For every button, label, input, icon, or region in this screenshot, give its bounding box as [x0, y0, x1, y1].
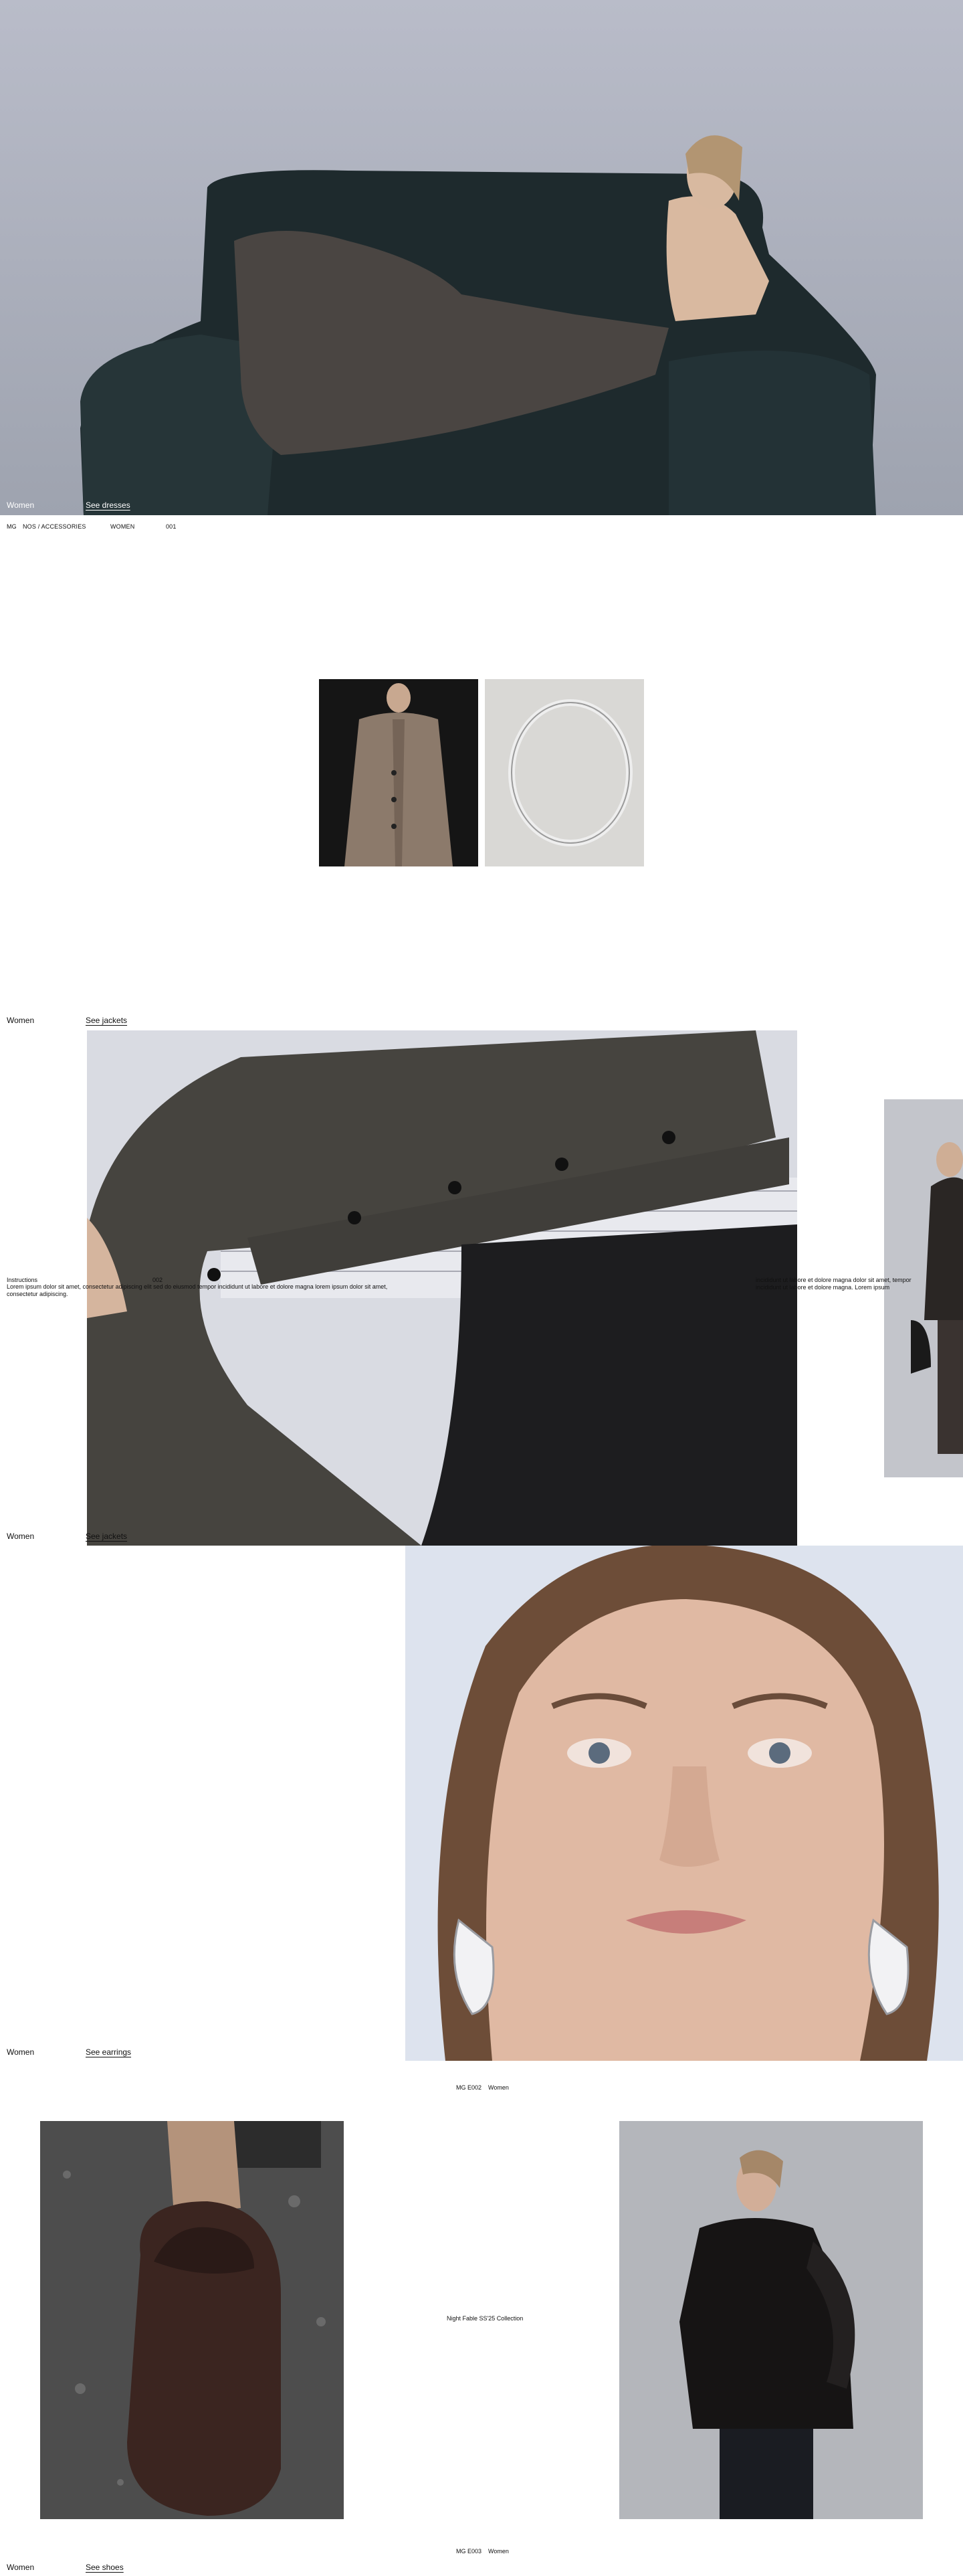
hero-see-dresses-link[interactable]: See dresses: [86, 500, 130, 510]
label2-category: Women: [488, 2548, 509, 2555]
product-thumb-coat[interactable]: [319, 679, 478, 866]
jackets-top-category: Women: [7, 1016, 35, 1025]
shoe-image[interactable]: [40, 2121, 344, 2519]
jackets-top-link[interactable]: See jackets: [86, 1016, 127, 1025]
label2-code: MG E003: [456, 2548, 482, 2555]
marquee-number: 002: [152, 1277, 163, 1283]
earrings-category: Women: [7, 2047, 35, 2057]
meta-number: 001: [166, 523, 177, 530]
jackets-bottom-category: Women: [7, 1532, 35, 1541]
marquee-body-right: incididunt ut labore et dolore magna dol…: [756, 1277, 912, 1291]
label1-category: Women: [488, 2084, 509, 2091]
shoes-category: Women: [7, 2563, 35, 2572]
portrait-earrings-image[interactable]: [405, 1546, 963, 2061]
marquee-body-left: Lorem ipsum dolor sit amet, consectetur …: [7, 1283, 388, 1297]
hero-category: Women: [7, 500, 35, 510]
meta-collection: NOS / ACCESSORIES: [23, 523, 86, 530]
earrings-link[interactable]: See earrings: [86, 2047, 131, 2057]
meta-section: WOMEN: [110, 523, 135, 530]
marquee-heading: Instructions: [7, 1277, 38, 1283]
jackets-bottom-link[interactable]: See jackets: [86, 1532, 127, 1541]
meta-brand: MG: [7, 523, 17, 530]
leather-jacket-image[interactable]: [619, 2121, 923, 2519]
shoes-link[interactable]: See shoes: [86, 2563, 124, 2572]
label1-code: MG E002: [456, 2084, 482, 2091]
collection-title: Night Fable SS'25 Collection: [447, 2315, 524, 2322]
hero-image[interactable]: [0, 0, 963, 515]
product-thumb-bracelet[interactable]: [485, 679, 644, 866]
